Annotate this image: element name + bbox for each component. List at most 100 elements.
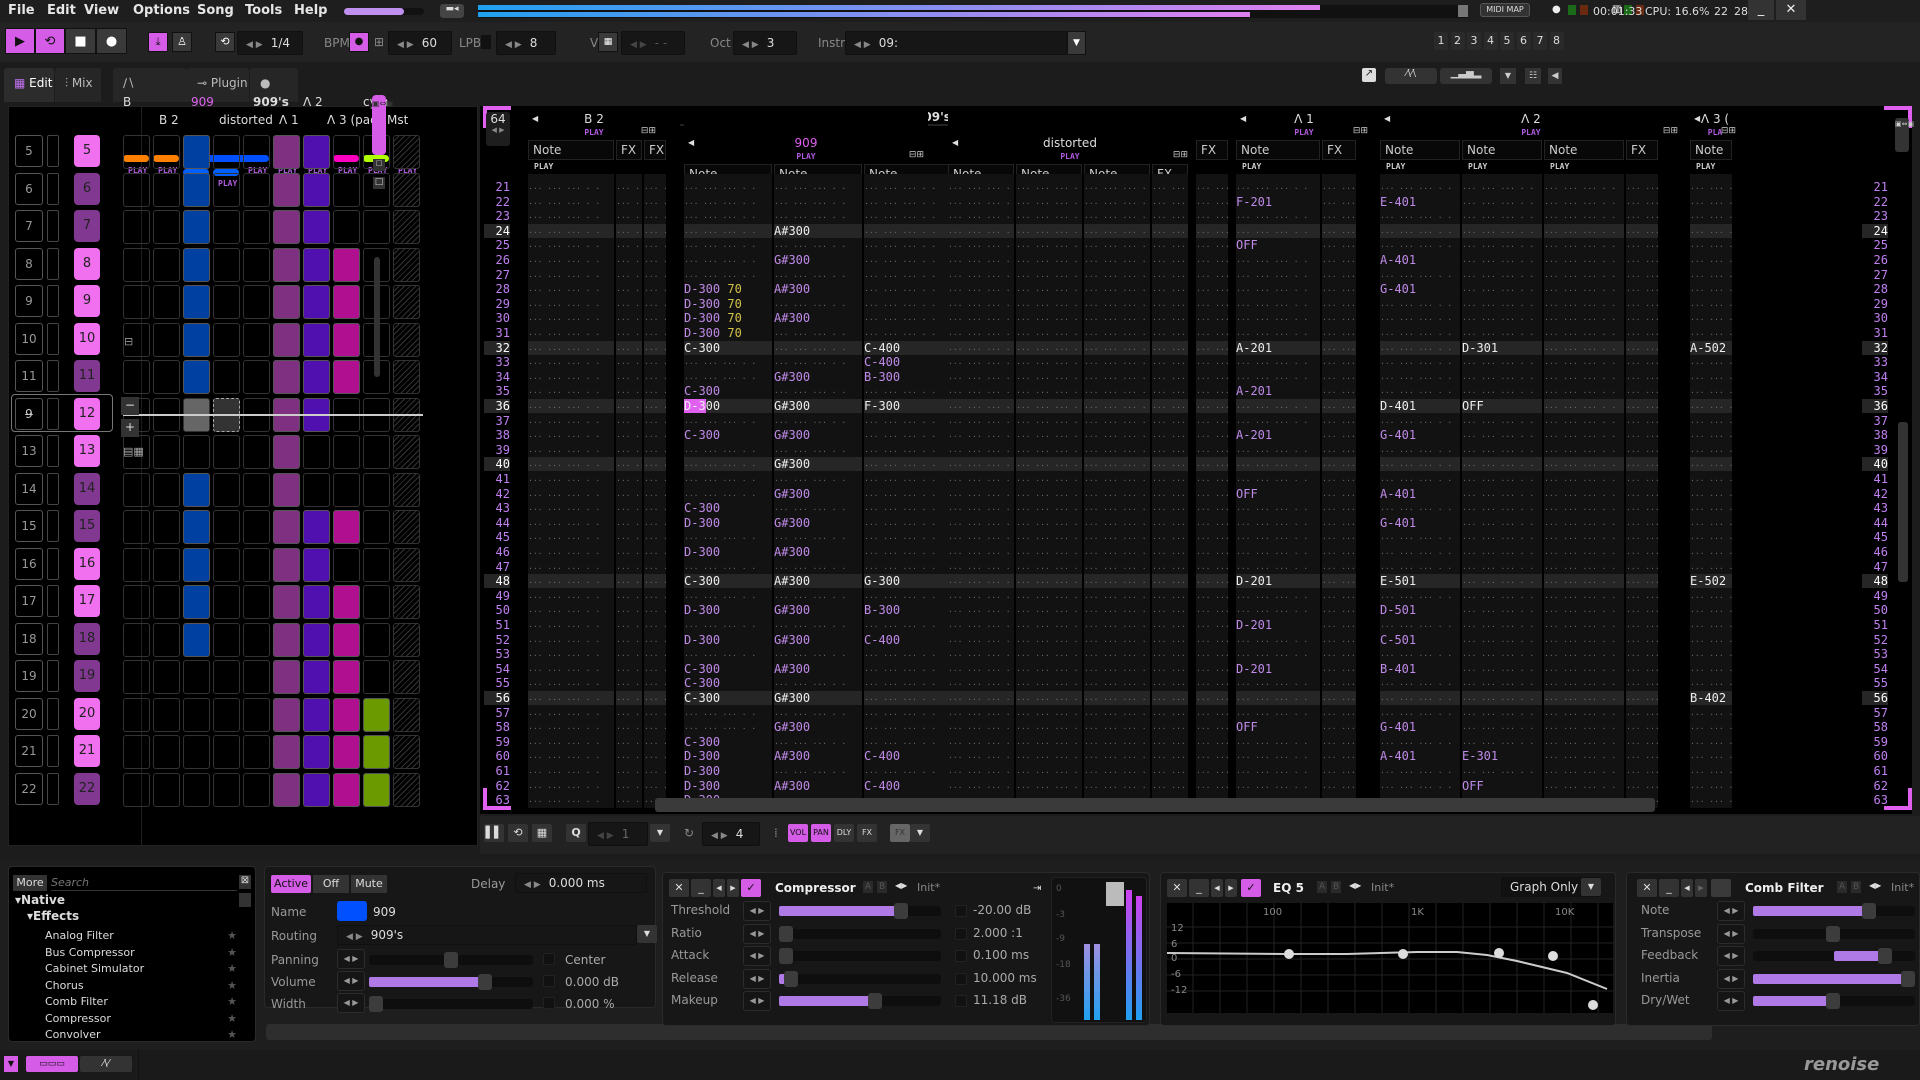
width-stepper[interactable]: ◀ ▶ [337,993,365,1013]
matrix-slot[interactable] [273,697,300,732]
pattern-line[interactable]: ··· ··· ··· · · . . . . [1016,589,1082,603]
matrix-slot[interactable] [153,622,180,657]
pattern-line[interactable]: ··· ··· ··· ··· [1196,370,1228,384]
pattern-line[interactable]: ··· ··· ··· · · . . . . [1544,530,1624,544]
column-header[interactable]: FX [1322,140,1356,160]
pattern-line[interactable]: ··· ··· ··· · · . . . . [1380,691,1460,705]
pattern-line[interactable]: ··· ··· ··· ··· [1322,545,1356,559]
pattern-line[interactable]: ··· ··· ··· · · . . . . [1462,516,1542,530]
pattern-line[interactable]: G#300 [774,603,862,617]
pattern-line[interactable]: D-201 [1236,662,1320,676]
preset-stepper[interactable]: ◀▶ [1349,881,1361,890]
pattern-line[interactable]: ··· ··· ··· · · . . . . [1084,560,1150,574]
matrix-slot[interactable] [153,697,180,732]
pattern-line[interactable]: G-401 [1380,282,1460,296]
pattern-line[interactable]: ··· ··· ··· ··· [1196,516,1228,530]
pattern-line[interactable]: ··· ··· ··· · · . . . . [1690,603,1732,617]
pattern-line[interactable]: A-401 [1380,749,1460,763]
matrix-slot[interactable] [273,285,300,319]
matrix-slot[interactable] [183,622,210,657]
tab-edit[interactable]: ▦ Edit [4,68,54,102]
matrix-slot[interactable] [333,697,360,732]
pattern-line[interactable]: ··· ··· ··· ··· [1196,326,1228,340]
pattern-line[interactable]: ··· ··· ··· ··· [644,297,666,311]
pattern-line[interactable]: ··· ··· ··· ··· [1626,384,1658,398]
matrix-slot[interactable] [183,285,210,319]
pattern-line[interactable]: ··· ··· ··· ··· [644,603,666,617]
sequence-slot[interactable]: 7 [15,210,43,242]
pattern-line[interactable]: ··· ··· ··· · · . . . . [1380,414,1460,428]
pattern-line[interactable]: ··· ··· ··· · · . . . . [1236,268,1320,282]
matrix-slot[interactable] [153,247,180,282]
pattern-line[interactable]: ··· ··· ··· · · . . . . [1236,749,1320,763]
pattern-line[interactable]: ··· ··· ··· · · . . . . [528,779,614,793]
column-header[interactable]: FX [1196,140,1228,160]
param-slider[interactable] [1753,925,1915,942]
note-cell[interactable]: A#300 [774,574,810,588]
pattern-line[interactable]: ··· ··· ··· ··· [1626,180,1658,194]
pattern-line[interactable]: ··· ··· ··· · · . . . . [1380,340,1460,355]
pattern-line[interactable]: ··· ··· ··· · · . . . . [528,501,614,515]
pattern-line[interactable]: ··· ··· ··· · · . . . . [1380,370,1460,384]
device-minimize-button[interactable]: _ [1189,879,1209,897]
menu-view[interactable]: View [84,3,119,18]
pattern-line[interactable]: ··· ··· ··· · · . . . . [1084,735,1150,749]
pattern-line[interactable]: OFF [1236,720,1320,734]
pattern-line[interactable]: ··· ··· ··· · · . . . . [1016,457,1082,472]
note-cell[interactable]: G#300 [774,428,810,442]
pattern-line[interactable]: ··· ··· ··· · · . . . . [1084,370,1150,384]
pattern-line[interactable]: D-501 [1380,603,1460,617]
matrix-slot[interactable] [393,547,420,582]
pattern-line[interactable]: ··· ··· ··· · · . . . . [1016,370,1082,384]
pattern-line[interactable]: ··· ··· ··· · · . . . . [1380,530,1460,544]
browser-item[interactable]: Convolver ★ [45,1028,241,1041]
pattern-line[interactable]: ··· ··· ··· ··· [1152,223,1188,238]
matrix-slot[interactable] [123,285,150,319]
sequence-slot[interactable]: 13 [15,435,43,467]
dsp-chain-scrollbar[interactable] [266,1024,1712,1040]
pattern-length-field[interactable]: 64 ◀ ▶ [486,112,510,146]
pattern-line[interactable]: ··· ··· ··· ··· [1196,209,1228,223]
pattern-line[interactable]: ··· ··· ··· · · . . . . [528,720,614,734]
pattern-line[interactable]: ··· ··· ··· · · . . . . [1462,253,1542,267]
pattern-line[interactable]: ··· ··· ··· · · . . . . [1462,223,1542,238]
pattern-line[interactable]: ··· ··· ··· · · . . . . [528,268,614,282]
pattern-line[interactable]: ··· ··· ··· · · . . . . [864,223,952,238]
pattern-line[interactable]: ··· ··· ··· · · . . . . [528,223,614,238]
matrix-scrollbar[interactable] [374,257,380,377]
param-slider[interactable] [779,948,941,964]
pattern-line[interactable]: ··· ··· ··· ··· [1322,603,1356,617]
pattern-line[interactable]: ··· ··· ··· · · . . . . [684,268,772,282]
pattern-line[interactable]: ··· ··· ··· · · . . . . [1380,472,1460,486]
preset-a-button[interactable]: A [863,881,874,893]
column-header[interactable]: FX [616,140,642,160]
matrix-slot[interactable] [273,735,300,769]
pattern-line[interactable]: ··· ··· ··· · · . . . . [1544,574,1624,589]
slider-thumb[interactable] [1861,903,1876,919]
pattern-line[interactable]: ··· ··· ··· · · . . . . [1084,603,1150,617]
matrix-slot[interactable] [123,735,150,769]
pattern-line[interactable]: ··· ··· ··· · · . . . . [1016,209,1082,223]
pattern-line[interactable]: ··· ··· ··· ··· [1196,545,1228,559]
column-header[interactable]: Note [1462,140,1542,160]
pattern-line[interactable]: ··· ··· ··· · · . . . . [684,487,772,501]
pattern-line[interactable]: ··· ··· ··· · · . . . . [1016,574,1082,589]
pattern-line[interactable]: ··· ··· ··· · · . . . . [1462,384,1542,398]
device-enable-checkbox[interactable] [1711,879,1731,897]
pattern-line[interactable]: ··· ··· ··· ··· [1152,647,1188,661]
pattern-line[interactable]: ··· ··· ··· · · . . . . [1544,691,1624,705]
matrix-slot[interactable] [183,547,210,582]
pattern-line[interactable]: ··· ··· ··· · · . . . . [1084,779,1150,793]
matrix-slot[interactable] [393,472,420,507]
pattern-line[interactable]: ··· ··· ··· · · . . . . [774,530,862,544]
pattern-line[interactable]: ··· ··· ··· · · . . . . [1016,384,1082,398]
pattern-line[interactable]: ··· ··· ··· · · . . . . [1544,779,1624,793]
pattern-line[interactable]: ··· ··· ··· · · . . . . [1084,384,1150,398]
pattern-line[interactable]: ··· ··· ··· · · . . . . [864,268,952,282]
pattern-line[interactable]: ··· ··· ··· · · . . . . [1380,209,1460,223]
pattern-line[interactable]: G#300 [774,370,862,384]
pattern-vertical-scrollbar[interactable] [1898,422,1908,582]
pattern-line[interactable]: ··· ··· ··· ··· [644,516,666,530]
pattern-line[interactable]: ··· ··· ··· · · . . . . [1462,311,1542,325]
pattern-line[interactable]: ··· ··· ··· · · . . . . [1380,735,1460,749]
